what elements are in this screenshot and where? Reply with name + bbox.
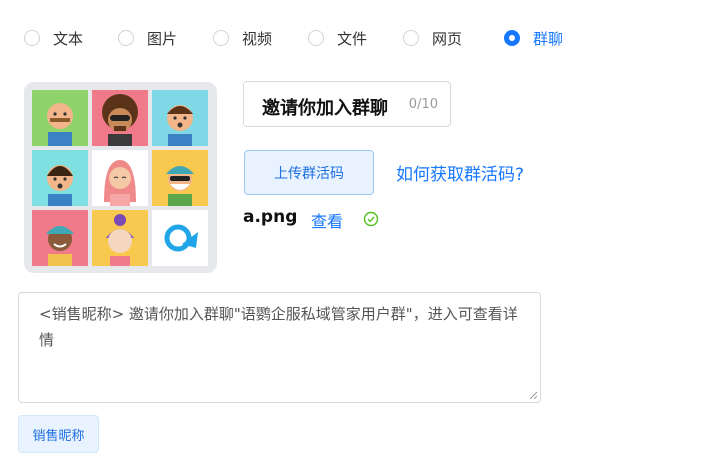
avatar-pink-hair-girl-icon: [92, 150, 148, 206]
tab-image[interactable]: 图片: [118, 26, 177, 50]
insert-sales-nickname-button[interactable]: 销售昵称: [18, 415, 99, 453]
tab-file[interactable]: 文件: [308, 26, 367, 50]
radio-icon[interactable]: [213, 30, 229, 46]
tab-label: 文件: [337, 29, 368, 48]
char-counter: 0/10: [408, 97, 438, 112]
message-textarea[interactable]: <销售昵称> 邀请你加入群聊"语鹦企服私域管家用户群"，进入可查看详情: [18, 292, 541, 403]
avatar-girl-bun-icon: [92, 210, 148, 266]
tab-group-chat[interactable]: 群聊: [504, 26, 563, 50]
tab-video[interactable]: 视频: [213, 26, 272, 50]
tab-label: 视频: [242, 29, 273, 48]
avatar-curly-hair-sunglasses-icon: [92, 90, 148, 146]
radio-icon[interactable]: [24, 30, 40, 46]
radio-icon[interactable]: [308, 30, 324, 46]
radio-icon[interactable]: [118, 30, 134, 46]
avatar-bald-man-icon: [32, 90, 88, 146]
tab-webpage[interactable]: 网页: [403, 26, 462, 50]
group-name-input[interactable]: 邀请你加入群聊 0/10: [243, 81, 451, 127]
avatar-boy-surprised-icon: [152, 90, 208, 146]
resize-handle-icon[interactable]: [528, 390, 538, 400]
tab-label: 群聊: [533, 29, 564, 48]
tab-text[interactable]: 文本: [24, 26, 83, 50]
avatar-old-man-cap-icon: [152, 150, 208, 206]
upload-group-qr-button[interactable]: 上传群活码: [244, 150, 374, 195]
group-name-value: 邀请你加入群聊: [262, 98, 388, 119]
radio-icon[interactable]: [403, 30, 419, 46]
brand-logo-icon: [152, 210, 208, 266]
message-type-tabs: 文本 图片 视频 文件 网页 群聊: [24, 26, 624, 50]
tab-label: 网页: [432, 29, 463, 48]
tab-label: 图片: [147, 29, 178, 48]
tab-label: 文本: [53, 29, 84, 48]
uploaded-file-name: a.png: [243, 207, 298, 227]
check-circle-icon: [363, 211, 379, 227]
radio-selected-icon[interactable]: [504, 30, 520, 46]
avatar-girl-surprised-icon: [32, 150, 88, 206]
how-to-get-qr-link[interactable]: 如何获取群活码?: [396, 160, 524, 185]
group-avatar-image: [24, 82, 217, 273]
message-text: <销售昵称> 邀请你加入群聊"语鹦企服私域管家用户群"，进入可查看详情: [39, 305, 518, 349]
view-file-link[interactable]: 查看: [311, 208, 343, 232]
avatar-man-cap-smile-icon: [32, 210, 88, 266]
